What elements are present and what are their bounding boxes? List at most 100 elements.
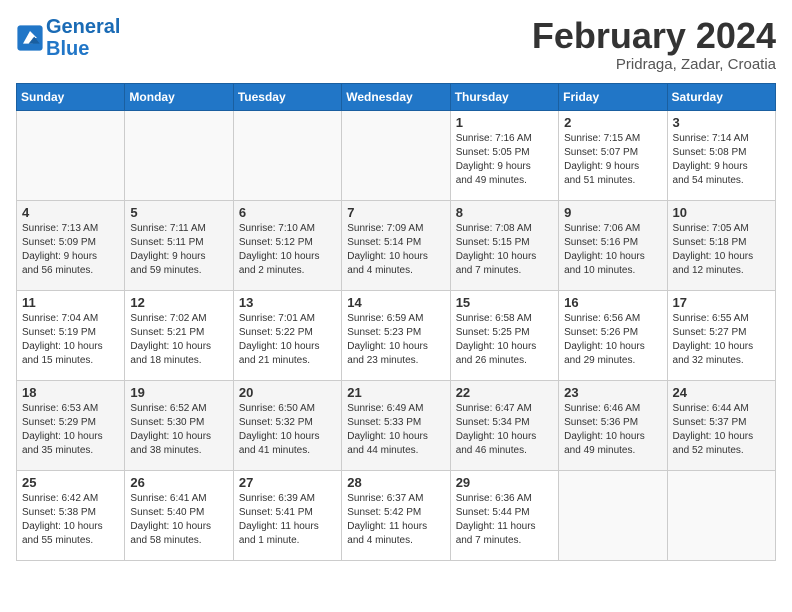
- day-number: 17: [673, 295, 770, 310]
- day-info: Sunrise: 6:47 AM Sunset: 5:34 PM Dayligh…: [456, 402, 553, 458]
- day-info: Sunrise: 6:58 AM Sunset: 5:25 PM Dayligh…: [456, 312, 553, 368]
- calendar-cell: 5 Sunrise: 7:11 AM Sunset: 5:11 PM Daylig…: [125, 200, 233, 290]
- calendar-cell: [559, 470, 667, 560]
- weekday-header: Saturday: [667, 83, 775, 110]
- day-info: Sunrise: 6:44 AM Sunset: 5:37 PM Dayligh…: [673, 402, 770, 458]
- month-title: February 2024: [532, 16, 776, 56]
- day-number: 1: [456, 115, 553, 130]
- calendar-cell: 19 Sunrise: 6:52 AM Sunset: 5:30 PM Dayli…: [125, 380, 233, 470]
- day-number: 28: [347, 475, 444, 490]
- day-info: Sunrise: 7:10 AM Sunset: 5:12 PM Dayligh…: [239, 222, 336, 278]
- day-number: 4: [22, 205, 119, 220]
- calendar-cell: 4Sunrise: 7:13 AM Sunset: 5:09 PM Daylig…: [17, 200, 125, 290]
- calendar-cell: 11 Sunrise: 7:04 AM Sunset: 5:19 PM Dayli…: [17, 290, 125, 380]
- day-info: Sunrise: 7:09 AM Sunset: 5:14 PM Dayligh…: [347, 222, 444, 278]
- header-row: SundayMondayTuesdayWednesdayThursdayFrid…: [17, 83, 776, 110]
- calendar-cell: 8 Sunrise: 7:08 AM Sunset: 5:15 PM Daylig…: [450, 200, 558, 290]
- weekday-header: Thursday: [450, 83, 558, 110]
- day-info: Sunrise: 6:49 AM Sunset: 5:33 PM Dayligh…: [347, 402, 444, 458]
- day-info: Sunrise: 6:56 AM Sunset: 5:26 PM Dayligh…: [564, 312, 661, 368]
- calendar-week-row: 4Sunrise: 7:13 AM Sunset: 5:09 PM Daylig…: [17, 200, 776, 290]
- calendar-week-row: 25 Sunrise: 6:42 AM Sunset: 5:38 PM Dayli…: [17, 470, 776, 560]
- page-header: General Blue February 2024 Pridraga, Zad…: [16, 16, 776, 73]
- calendar-cell: 1Sunrise: 7:16 AM Sunset: 5:05 PM Daylig…: [450, 110, 558, 200]
- calendar-cell: 23 Sunrise: 6:46 AM Sunset: 5:36 PM Dayli…: [559, 380, 667, 470]
- calendar-cell: [17, 110, 125, 200]
- calendar-cell: 25 Sunrise: 6:42 AM Sunset: 5:38 PM Dayli…: [17, 470, 125, 560]
- day-number: 24: [673, 385, 770, 400]
- calendar-cell: 13 Sunrise: 7:01 AM Sunset: 5:22 PM Dayli…: [233, 290, 341, 380]
- location: Pridraga, Zadar, Croatia: [532, 56, 776, 73]
- day-number: 21: [347, 385, 444, 400]
- calendar-cell: 24 Sunrise: 6:44 AM Sunset: 5:37 PM Dayli…: [667, 380, 775, 470]
- calendar-cell: 12 Sunrise: 7:02 AM Sunset: 5:21 PM Dayli…: [125, 290, 233, 380]
- day-info: Sunrise: 7:05 AM Sunset: 5:18 PM Dayligh…: [673, 222, 770, 278]
- day-number: 10: [673, 205, 770, 220]
- day-number: 29: [456, 475, 553, 490]
- calendar-week-row: 1Sunrise: 7:16 AM Sunset: 5:05 PM Daylig…: [17, 110, 776, 200]
- day-info: Sunrise: 7:04 AM Sunset: 5:19 PM Dayligh…: [22, 312, 119, 368]
- day-number: 3: [673, 115, 770, 130]
- day-number: 16: [564, 295, 661, 310]
- day-info: Sunrise: 6:37 AM Sunset: 5:42 PM Dayligh…: [347, 492, 444, 548]
- day-number: 9: [564, 205, 661, 220]
- title-block: February 2024 Pridraga, Zadar, Croatia: [532, 16, 776, 73]
- calendar-header: SundayMondayTuesdayWednesdayThursdayFrid…: [17, 83, 776, 110]
- day-number: 26: [130, 475, 227, 490]
- day-number: 13: [239, 295, 336, 310]
- weekday-header: Wednesday: [342, 83, 450, 110]
- day-number: 20: [239, 385, 336, 400]
- calendar-cell: 21 Sunrise: 6:49 AM Sunset: 5:33 PM Dayli…: [342, 380, 450, 470]
- day-info: Sunrise: 6:52 AM Sunset: 5:30 PM Dayligh…: [130, 402, 227, 458]
- day-number: 22: [456, 385, 553, 400]
- day-number: 5: [130, 205, 227, 220]
- day-number: 19: [130, 385, 227, 400]
- day-info: Sunrise: 6:55 AM Sunset: 5:27 PM Dayligh…: [673, 312, 770, 368]
- day-number: 12: [130, 295, 227, 310]
- day-info: Sunrise: 7:14 AM Sunset: 5:08 PM Dayligh…: [673, 132, 770, 188]
- day-info: Sunrise: 6:46 AM Sunset: 5:36 PM Dayligh…: [564, 402, 661, 458]
- day-number: 7: [347, 205, 444, 220]
- day-info: Sunrise: 7:15 AM Sunset: 5:07 PM Dayligh…: [564, 132, 661, 188]
- day-info: Sunrise: 7:08 AM Sunset: 5:15 PM Dayligh…: [456, 222, 553, 278]
- logo-line1: General: [46, 16, 120, 38]
- calendar-cell: [125, 110, 233, 200]
- logo-icon: [16, 24, 44, 52]
- calendar-cell: 18 Sunrise: 6:53 AM Sunset: 5:29 PM Dayli…: [17, 380, 125, 470]
- day-number: 18: [22, 385, 119, 400]
- calendar-cell: [233, 110, 341, 200]
- calendar-body: 1Sunrise: 7:16 AM Sunset: 5:05 PM Daylig…: [17, 110, 776, 560]
- calendar-week-row: 18 Sunrise: 6:53 AM Sunset: 5:29 PM Dayli…: [17, 380, 776, 470]
- day-number: 8: [456, 205, 553, 220]
- logo-line2: Blue: [46, 38, 89, 60]
- day-info: Sunrise: 6:39 AM Sunset: 5:41 PM Dayligh…: [239, 492, 336, 548]
- calendar-cell: 29 Sunrise: 6:36 AM Sunset: 5:44 PM Dayli…: [450, 470, 558, 560]
- calendar-cell: [342, 110, 450, 200]
- day-number: 11: [22, 295, 119, 310]
- weekday-header: Friday: [559, 83, 667, 110]
- day-number: 25: [22, 475, 119, 490]
- day-info: Sunrise: 7:06 AM Sunset: 5:16 PM Dayligh…: [564, 222, 661, 278]
- calendar-cell: 10 Sunrise: 7:05 AM Sunset: 5:18 PM Dayli…: [667, 200, 775, 290]
- day-info: Sunrise: 7:02 AM Sunset: 5:21 PM Dayligh…: [130, 312, 227, 368]
- day-info: Sunrise: 6:53 AM Sunset: 5:29 PM Dayligh…: [22, 402, 119, 458]
- day-number: 2: [564, 115, 661, 130]
- day-info: Sunrise: 6:42 AM Sunset: 5:38 PM Dayligh…: [22, 492, 119, 548]
- day-info: Sunrise: 7:11 AM Sunset: 5:11 PM Dayligh…: [130, 222, 227, 278]
- day-number: 23: [564, 385, 661, 400]
- calendar-cell: 6Sunrise: 7:10 AM Sunset: 5:12 PM Daylig…: [233, 200, 341, 290]
- calendar-cell: 22 Sunrise: 6:47 AM Sunset: 5:34 PM Dayli…: [450, 380, 558, 470]
- calendar-cell: 14 Sunrise: 6:59 AM Sunset: 5:23 PM Dayli…: [342, 290, 450, 380]
- day-info: Sunrise: 7:01 AM Sunset: 5:22 PM Dayligh…: [239, 312, 336, 368]
- day-number: 14: [347, 295, 444, 310]
- calendar-cell: 28 Sunrise: 6:37 AM Sunset: 5:42 PM Dayli…: [342, 470, 450, 560]
- calendar-cell: 9 Sunrise: 7:06 AM Sunset: 5:16 PM Daylig…: [559, 200, 667, 290]
- day-info: Sunrise: 6:59 AM Sunset: 5:23 PM Dayligh…: [347, 312, 444, 368]
- calendar-table: SundayMondayTuesdayWednesdayThursdayFrid…: [16, 83, 776, 561]
- weekday-header: Monday: [125, 83, 233, 110]
- calendar-cell: [667, 470, 775, 560]
- day-info: Sunrise: 6:36 AM Sunset: 5:44 PM Dayligh…: [456, 492, 553, 548]
- weekday-header: Sunday: [17, 83, 125, 110]
- calendar-cell: 7 Sunrise: 7:09 AM Sunset: 5:14 PM Daylig…: [342, 200, 450, 290]
- day-number: 15: [456, 295, 553, 310]
